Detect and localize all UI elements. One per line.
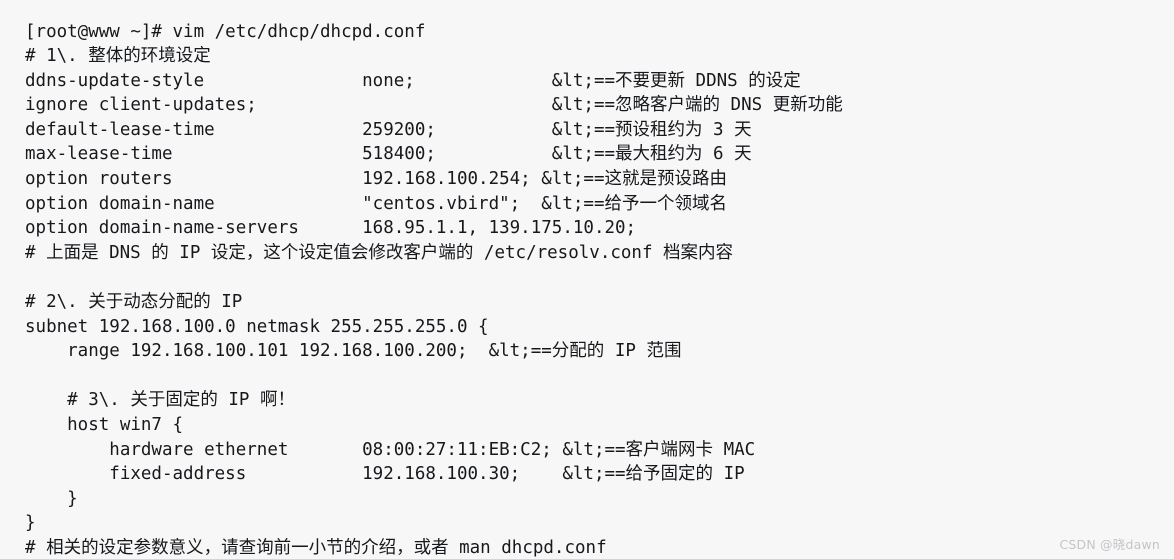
csdn-watermark: CSDN @晓dawn bbox=[1059, 537, 1160, 552]
terminal-line: # 上面是 DNS 的 IP 设定，这个设定值会修改客户端的 /etc/reso… bbox=[25, 242, 734, 263]
terminal-line: ignore client-updates; &lt;==忽略客户端的 DNS … bbox=[25, 95, 843, 116]
terminal-line: # 1\. 整体的环境设定 bbox=[25, 46, 211, 67]
terminal-line: option domain-name "centos.vbird"; &lt;=… bbox=[25, 193, 727, 214]
terminal-line: # 2\. 关于动态分配的 IP bbox=[25, 292, 243, 313]
terminal-line: range 192.168.100.101 192.168.100.200; &… bbox=[25, 341, 682, 362]
terminal-line: ddns-update-style none; &lt;==不要更新 DDNS … bbox=[25, 70, 801, 91]
terminal-line: max-lease-time 518400; &lt;==最大租约为 6 天 bbox=[25, 144, 752, 165]
terminal-output: [root@www ~]# vim /etc/dhcp/dhcpd.conf # … bbox=[25, 20, 1174, 559]
terminal-line: hardware ethernet 08:00:27:11:EB:C2; &lt… bbox=[25, 439, 756, 460]
terminal-line: default-lease-time 259200; &lt;==预设租约为 3… bbox=[25, 119, 752, 140]
terminal-line: option routers 192.168.100.254; &lt;==这就… bbox=[25, 169, 727, 190]
terminal-line: subnet 192.168.100.0 netmask 255.255.255… bbox=[25, 316, 489, 337]
terminal-line: } bbox=[25, 513, 36, 534]
terminal-screen: [root@www ~]# vim /etc/dhcp/dhcpd.conf # … bbox=[0, 0, 1174, 559]
terminal-line: host win7 { bbox=[25, 415, 184, 435]
terminal-line: # 相关的设定参数意义，请查询前一小节的介绍，或者 man dhcpd.conf bbox=[25, 537, 607, 558]
terminal-line: [root@www ~]# vim /etc/dhcp/dhcpd.conf bbox=[25, 21, 426, 42]
terminal-line: # 3\. 关于固定的 IP 啊！ bbox=[25, 390, 296, 411]
terminal-line: fixed-address 192.168.100.30; &lt;==给予固定… bbox=[25, 464, 745, 485]
terminal-line: option domain-name-servers 168.95.1.1, 1… bbox=[25, 218, 637, 239]
terminal-line: } bbox=[25, 488, 78, 509]
